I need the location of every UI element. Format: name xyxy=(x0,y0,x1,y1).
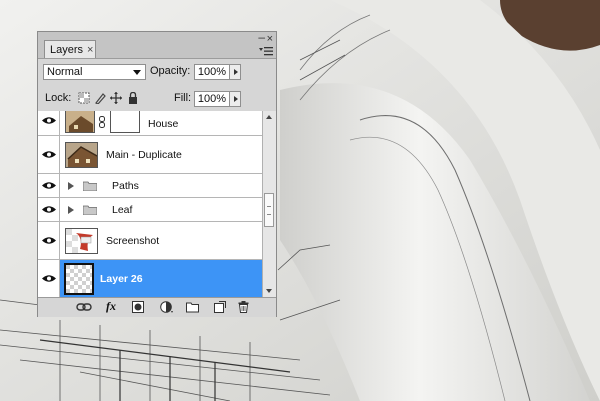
layer-row-house[interactable]: House xyxy=(38,111,262,136)
fill-slider-arrow-icon[interactable] xyxy=(229,91,241,107)
tab-close-icon[interactable]: × xyxy=(87,44,93,56)
layer-thumbnail xyxy=(65,142,98,168)
new-layer-icon[interactable] xyxy=(214,301,226,313)
adjustment-layer-icon[interactable] xyxy=(160,301,174,313)
layer-name: Paths xyxy=(112,180,139,192)
layer-row-main-duplicate[interactable]: Main - Duplicate xyxy=(38,136,262,174)
layer-row-layer-26[interactable]: Layer 26 xyxy=(38,260,262,297)
layer-group-paths[interactable]: Paths xyxy=(38,174,262,198)
eye-icon[interactable] xyxy=(42,274,56,283)
visibility-cell[interactable] xyxy=(38,260,60,297)
fx-icon[interactable]: fx xyxy=(106,299,116,313)
fill-field[interactable]: 100% xyxy=(194,91,230,107)
layer-group-leaf[interactable]: Leaf xyxy=(38,198,262,222)
layer-name: Layer 26 xyxy=(100,273,143,285)
link-layers-icon[interactable] xyxy=(76,301,92,313)
blend-mode-value: Normal xyxy=(47,66,83,78)
lock-all-icon[interactable] xyxy=(127,92,139,104)
add-mask-icon[interactable] xyxy=(132,301,144,313)
tab-layers-label: Layers xyxy=(50,43,84,56)
mask-link-icon[interactable] xyxy=(99,116,105,128)
trash-icon[interactable] xyxy=(238,301,249,313)
opacity-label: Opacity: xyxy=(150,65,191,77)
chevron-down-icon xyxy=(133,70,141,75)
panel-menu-icon[interactable] xyxy=(259,47,273,56)
opacity-field[interactable]: 100% xyxy=(194,64,230,80)
layer-row-screenshot[interactable]: Screenshot xyxy=(38,222,262,260)
visibility-cell[interactable] xyxy=(38,222,60,259)
eye-icon[interactable] xyxy=(42,205,56,214)
layers-panel: Layers × – × Normal Opacity: 100% Lock: xyxy=(37,31,277,317)
eye-icon[interactable] xyxy=(42,236,56,245)
scroll-down-arrow-icon[interactable] xyxy=(266,289,272,293)
lock-image-pixels-icon[interactable] xyxy=(94,92,106,104)
new-group-icon[interactable] xyxy=(186,301,199,313)
expand-arrow-icon[interactable] xyxy=(68,206,74,214)
layer-name: Main - Duplicate xyxy=(106,149,182,161)
minimize-button[interactable]: – xyxy=(258,31,265,43)
eye-icon[interactable] xyxy=(42,116,56,125)
eye-icon[interactable] xyxy=(42,150,56,159)
opacity-slider-arrow-icon[interactable] xyxy=(229,64,241,80)
layer-thumbnail xyxy=(64,263,94,295)
panel-close-button[interactable]: × xyxy=(267,34,273,45)
lock-label: Lock: xyxy=(45,92,72,104)
lock-position-icon[interactable] xyxy=(110,92,122,104)
scrollbar-thumb[interactable] xyxy=(264,193,274,227)
fill-label: Fill: xyxy=(174,92,192,104)
panel-titlebar: Layers × – × xyxy=(38,31,276,59)
layer-thumbnail xyxy=(65,228,98,254)
layers-list: House Main - Duplicate Paths Leaf Screen… xyxy=(38,111,262,297)
layers-bottom-toolbar: fx xyxy=(38,297,276,317)
folder-icon xyxy=(83,181,97,191)
lock-fill-row: Lock: Fill: 100% xyxy=(38,85,276,112)
eye-icon[interactable] xyxy=(42,181,56,190)
lock-transparent-pixels-icon[interactable] xyxy=(78,92,90,104)
layer-thumbnail xyxy=(65,111,95,133)
expand-arrow-icon[interactable] xyxy=(68,182,74,190)
visibility-cell[interactable] xyxy=(38,174,60,197)
layers-scrollbar[interactable] xyxy=(262,111,276,297)
blend-mode-dropdown[interactable]: Normal xyxy=(43,64,146,80)
folder-icon xyxy=(83,205,97,215)
visibility-cell[interactable] xyxy=(38,136,60,173)
blend-opacity-row: Normal Opacity: 100% xyxy=(38,59,276,85)
layer-mask-thumbnail[interactable] xyxy=(110,111,140,133)
visibility-cell[interactable] xyxy=(38,198,60,221)
layer-name: Screenshot xyxy=(106,235,160,247)
scroll-up-arrow-icon[interactable] xyxy=(266,115,272,119)
tab-layers[interactable]: Layers × xyxy=(44,40,96,58)
visibility-cell[interactable] xyxy=(38,111,60,135)
layer-name: House xyxy=(148,118,179,130)
layer-name: Leaf xyxy=(112,204,133,216)
